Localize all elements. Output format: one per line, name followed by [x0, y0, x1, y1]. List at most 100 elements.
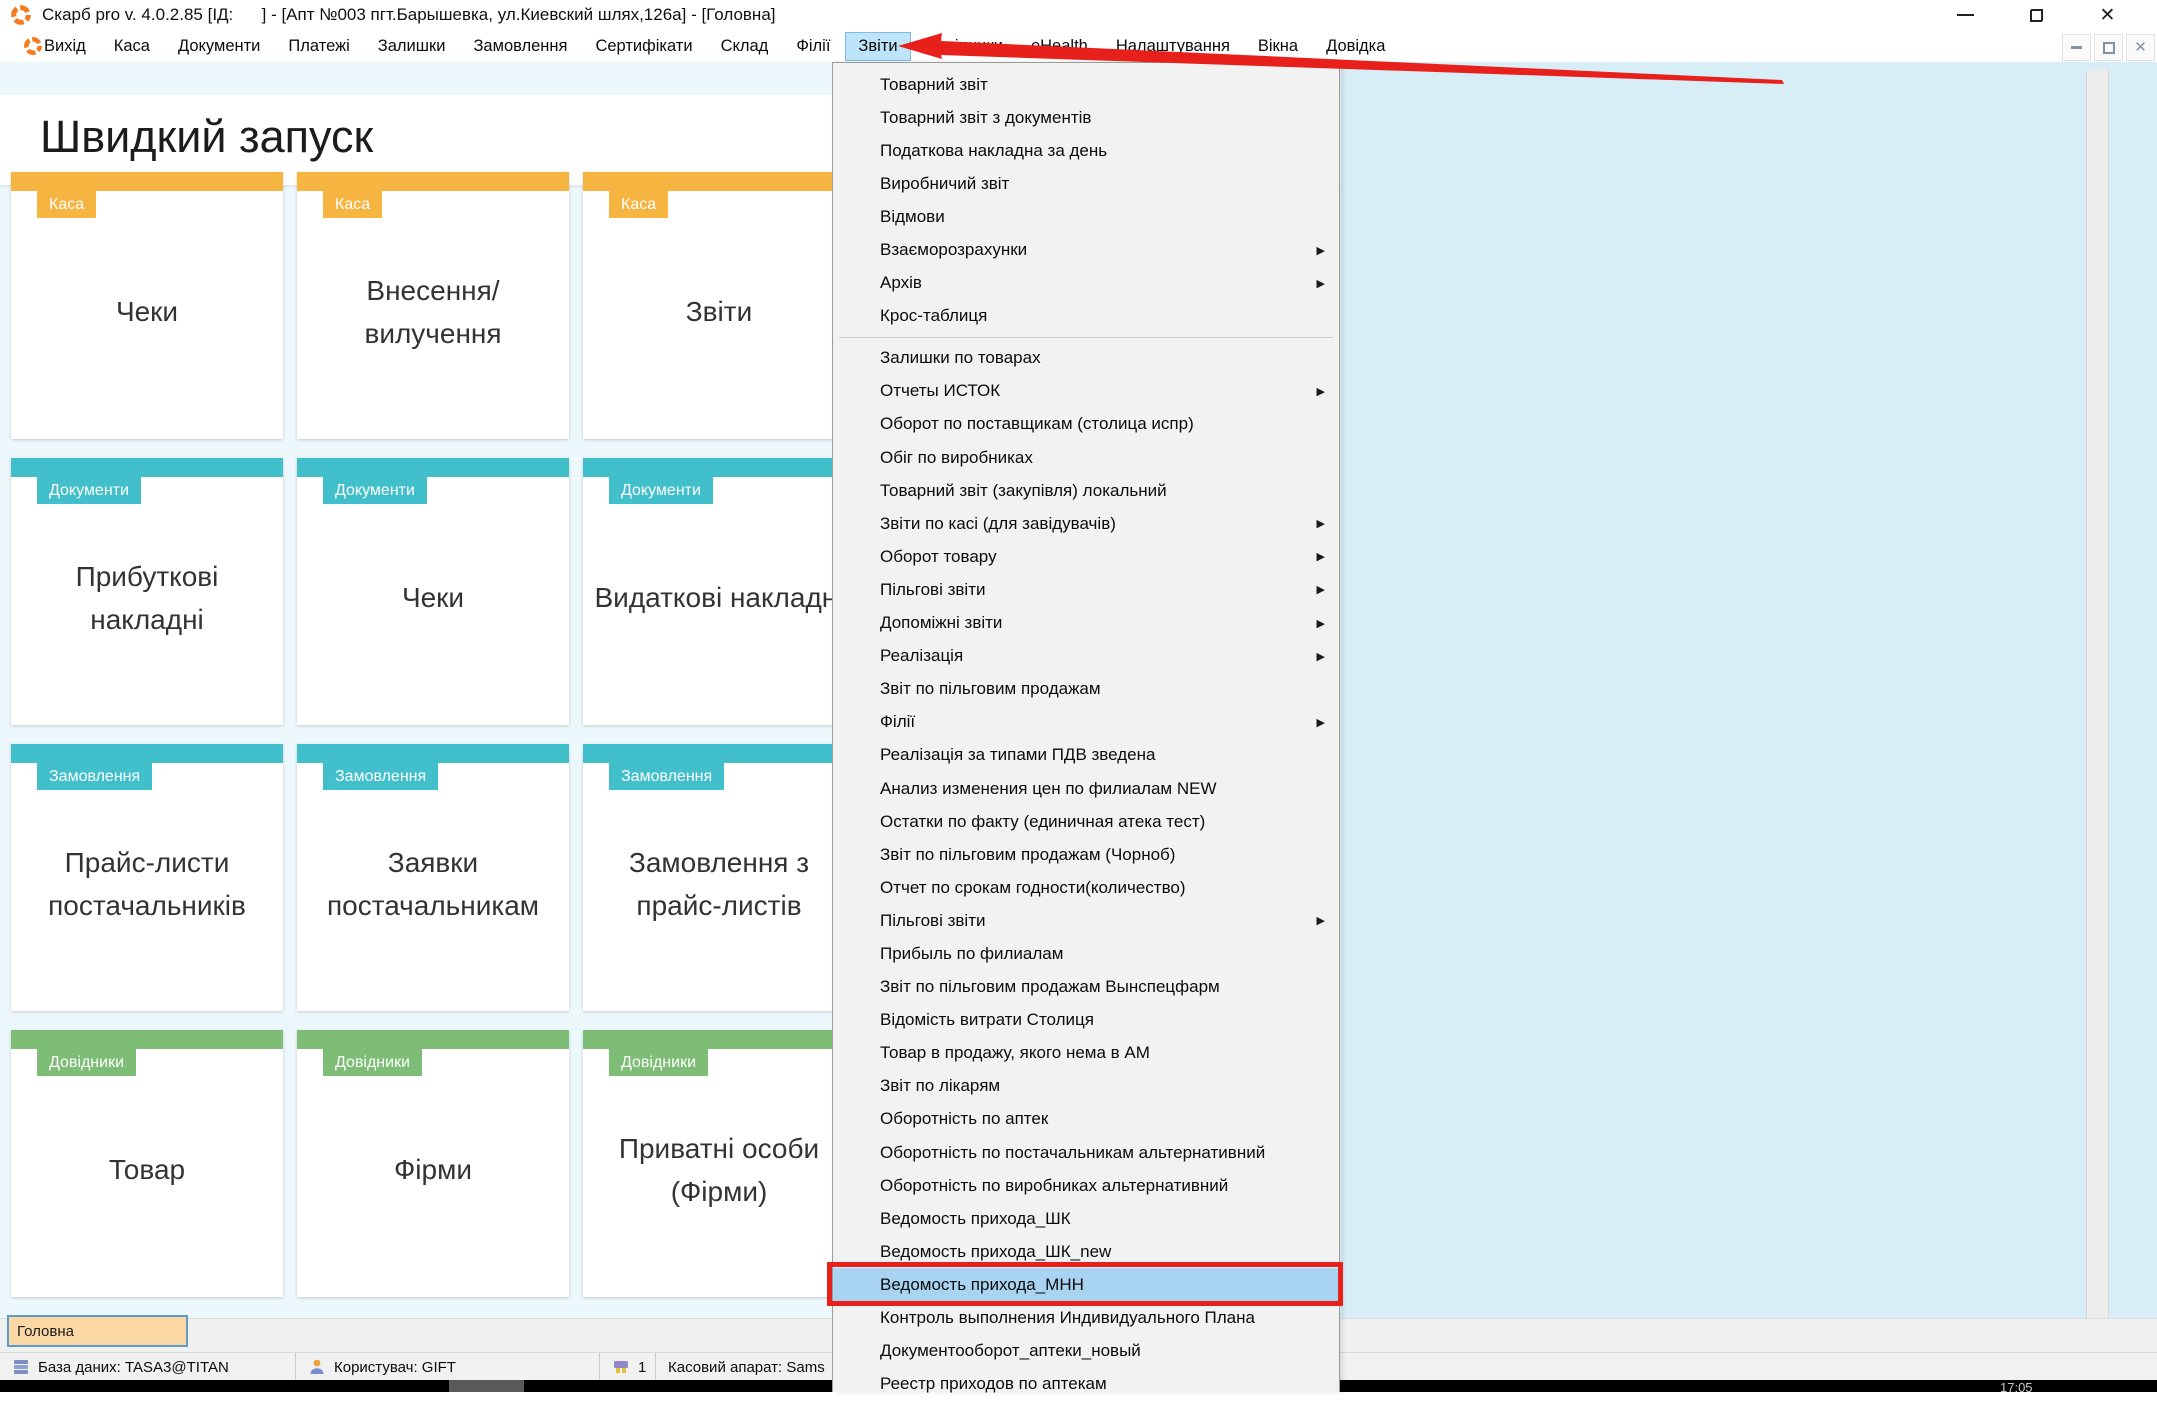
quick-launch-tile[interactable]: Довідники Товар: [11, 1030, 283, 1297]
dropdown-item-label: Залишки по товарах: [880, 348, 1041, 368]
restore-button[interactable]: [2001, 0, 2072, 30]
quick-launch-tile[interactable]: Замовлення Заявки постачальникам: [297, 744, 569, 1011]
dropdown-menu-item[interactable]: ▶: [833, 333, 1339, 342]
close-icon: ✕: [2099, 4, 2116, 26]
tile-accent-bar: [583, 1030, 855, 1049]
dropdown-menu-item[interactable]: Відмови ▶: [833, 200, 1339, 233]
submenu-arrow-icon: ▶: [1316, 277, 1325, 290]
dropdown-menu-item[interactable]: Реестр приходов по аптекам ▶: [833, 1368, 1339, 1401]
dropdown-menu-item[interactable]: Отчет по срокам годности(количество) ▶: [833, 871, 1339, 904]
menu-bar-item[interactable]: Каса: [102, 33, 162, 60]
quick-launch-tile[interactable]: Документи Видаткові накладні: [583, 458, 855, 725]
dropdown-menu-item[interactable]: Оборотність по аптек ▶: [833, 1103, 1339, 1136]
quick-launch-tile[interactable]: Довідники Приватні особи (Фірми): [583, 1030, 855, 1297]
status-register-count-text: 1: [638, 1358, 647, 1376]
close-button[interactable]: ✕: [2072, 0, 2143, 30]
dropdown-menu-item[interactable]: Ведомость прихода_МНН ▶: [833, 1268, 1339, 1302]
menu-bar-item[interactable]: Склад: [709, 33, 781, 60]
dropdown-menu-item[interactable]: Остатки по факту (единичная атека тест) …: [833, 805, 1339, 838]
menu-bar-item[interactable]: Документи: [166, 33, 272, 60]
taskbar-clock: 17:05: [2000, 1380, 2033, 1392]
dropdown-item-label: Обіг по виробниках: [880, 447, 1033, 467]
dropdown-menu-item[interactable]: Пільгові звіти ▶: [833, 904, 1339, 937]
dropdown-item-label: Звіт по пільговим продажам (Чорноб): [880, 844, 1176, 864]
menu-bar-item[interactable]: Налаштування: [1104, 33, 1242, 60]
restore-icon: [2030, 8, 2043, 22]
dropdown-menu-item[interactable]: Отчеты ИСТОК ▶: [833, 375, 1339, 408]
window-controls: ✕: [1930, 0, 2143, 30]
dropdown-menu-item[interactable]: Пільгові звіти ▶: [833, 573, 1339, 606]
dropdown-menu-item[interactable]: Оборот товару ▶: [833, 540, 1339, 573]
dropdown-menu-item[interactable]: Реалізація за типами ПДВ зведена ▶: [833, 739, 1339, 772]
status-cash-register-text: Касовий апарат: Sams: [668, 1358, 825, 1376]
quick-launch-tile[interactable]: Каса Внесення/вилучення: [297, 172, 569, 439]
dropdown-item-label: Отчеты ИСТОК: [880, 381, 1001, 401]
dropdown-menu-item[interactable]: Залишки по товарах ▶: [833, 342, 1339, 375]
dropdown-menu-item[interactable]: Оборотність по виробниках альтернативний…: [833, 1169, 1339, 1202]
dropdown-menu-item[interactable]: Звіт по пільговим продажам (Чорноб) ▶: [833, 838, 1339, 871]
dropdown-menu-item[interactable]: Звіт по лікарям ▶: [833, 1070, 1339, 1103]
quick-launch-tile[interactable]: Каса Звіти: [583, 172, 855, 439]
quick-launch-tile[interactable]: Замовлення Прайс-листи постачальників: [11, 744, 283, 1011]
dropdown-menu-item[interactable]: Податкова накладна за день ▶: [833, 134, 1339, 167]
status-user-text: Користувач: GIFT: [334, 1358, 456, 1376]
dropdown-menu-item[interactable]: Допоміжні звіти ▶: [833, 607, 1339, 640]
mdi-restore-icon: [2102, 41, 2115, 54]
quick-launch-tile[interactable]: Документи Прибуткові накладні: [11, 458, 283, 725]
menu-bar-item[interactable]: Довідка: [1314, 33, 1397, 60]
dropdown-menu-item[interactable]: Взаєморозрахунки ▶: [833, 233, 1339, 266]
menu-bar-item[interactable]: Звіти: [845, 31, 911, 61]
menu-bar-item[interactable]: Довідники: [914, 33, 1015, 60]
quick-launch-tile[interactable]: Довідники Фірми: [297, 1030, 569, 1297]
dropdown-item-label: Оборот по поставщикам (столица испр): [880, 414, 1194, 434]
dropdown-menu-item[interactable]: Товарний звіт ▶: [833, 68, 1339, 101]
dropdown-menu-item[interactable]: Анализ изменения цен по филиалам NEW ▶: [833, 772, 1339, 805]
dropdown-menu-item[interactable]: Звіти по касі (для завідувачів) ▶: [833, 507, 1339, 540]
quick-launch-tile[interactable]: Каса Чеки: [11, 172, 283, 439]
dropdown-menu-item[interactable]: Ведомость прихода_ШК ▶: [833, 1202, 1339, 1235]
dropdown-menu-item[interactable]: Оборотність по постачальникам альтернати…: [833, 1136, 1339, 1169]
dropdown-menu-item[interactable]: Контроль выполнения Индивидуального План…: [833, 1301, 1339, 1334]
tile-label: Приватні особи (Фірми): [618, 1132, 820, 1207]
dropdown-menu-item[interactable]: Прибыль по филиалам ▶: [833, 937, 1339, 970]
dropdown-menu-item[interactable]: Оборот по поставщикам (столица испр) ▶: [833, 408, 1339, 441]
menu-bar-item[interactable]: Залишки: [366, 33, 458, 60]
dropdown-item-label: Пільгові звіти: [880, 579, 986, 599]
menu-bar-item[interactable]: Вікна: [1246, 33, 1310, 60]
menu-bar-item[interactable]: Філії: [784, 33, 842, 60]
dropdown-menu-item[interactable]: Товарний звіт (закупівля) локальний ▶: [833, 474, 1339, 507]
submenu-arrow-icon: ▶: [1316, 551, 1325, 564]
mdi-minimize-button[interactable]: [2062, 34, 2091, 61]
tab-holovna[interactable]: Головна: [7, 1315, 188, 1347]
dropdown-item-label: Контроль выполнения Индивидуального План…: [880, 1308, 1255, 1328]
minimize-button[interactable]: [1930, 0, 2001, 30]
menu-bar-item[interactable]: Сертифікати: [583, 33, 704, 60]
quick-launch-tile[interactable]: Замовлення Замовлення з прайс-листів: [583, 744, 855, 1011]
mdi-restore-button[interactable]: [2094, 34, 2123, 61]
dropdown-menu-item[interactable]: Виробничий звіт ▶: [833, 167, 1339, 200]
dropdown-menu-item[interactable]: Документооборот_аптеки_новый ▶: [833, 1335, 1339, 1368]
dropdown-menu-item[interactable]: Товарний звіт з документів ▶: [833, 101, 1339, 134]
dropdown-menu-item[interactable]: Звіт по пільговим продажам Вынспецфарм ▶: [833, 971, 1339, 1004]
mdi-close-button[interactable]: ✕: [2126, 34, 2155, 61]
dropdown-menu-item[interactable]: Відомість витрати Столиця ▶: [833, 1004, 1339, 1037]
dropdown-item-label: Оборотність по постачальникам альтернати…: [880, 1142, 1266, 1162]
dropdown-item-label: Ведомость прихода_ШК_new: [880, 1241, 1112, 1261]
scrollbar-track[interactable]: [2086, 70, 2109, 1318]
dropdown-menu-item[interactable]: Обіг по виробниках ▶: [833, 441, 1339, 474]
dropdown-item-label: Ведомость прихода_МНН: [880, 1274, 1084, 1294]
quick-launch-tile[interactable]: Документи Чеки: [297, 458, 569, 725]
dropdown-menu-item[interactable]: Крос-таблиця ▶: [833, 300, 1339, 333]
dropdown-menu-item[interactable]: Товар в продажу, якого нема в АМ ▶: [833, 1037, 1339, 1070]
dropdown-menu-item[interactable]: Звіт по пільговим продажам ▶: [833, 673, 1339, 706]
taskbar-item[interactable]: [449, 1380, 524, 1392]
dropdown-menu-item[interactable]: Архів ▶: [833, 267, 1339, 300]
dropdown-menu-item[interactable]: Ведомость прихода_ШК_new ▶: [833, 1235, 1339, 1268]
menu-bar-item[interactable]: eHealth: [1019, 33, 1100, 60]
dropdown-item-label: Допоміжні звіти: [880, 613, 1003, 633]
menu-bar-item[interactable]: Замовлення: [461, 33, 579, 60]
dropdown-menu-item[interactable]: Реалізація ▶: [833, 640, 1339, 673]
dropdown-menu-item[interactable]: Філії ▶: [833, 706, 1339, 739]
menu-bar-item[interactable]: Платежі: [276, 33, 361, 60]
menu-list: Вихід Каса Документи Платежі Залишки Зам…: [0, 30, 2157, 62]
